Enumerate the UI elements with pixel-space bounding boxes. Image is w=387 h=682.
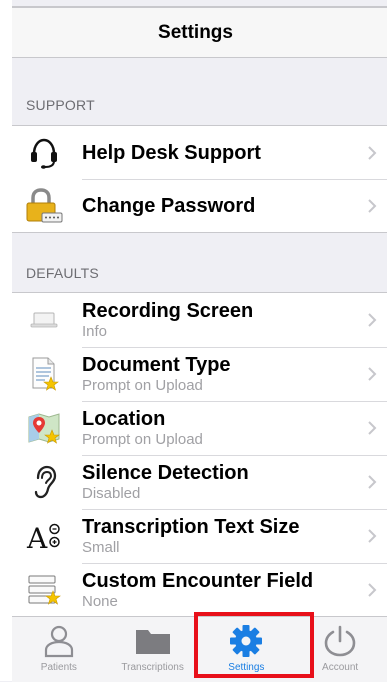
- text-size-icon: A: [22, 514, 66, 558]
- tab-account[interactable]: Account: [293, 617, 387, 682]
- row-subtitle: Prompt on Upload: [82, 376, 203, 394]
- row-title: Change Password: [82, 194, 256, 217]
- form-fields-star-icon: [22, 568, 66, 612]
- transcription-text-size-row[interactable]: A Transcription Text Size Small: [12, 509, 387, 563]
- gear-icon: [229, 623, 263, 659]
- chevron-right-icon: [361, 312, 383, 328]
- tab-patients[interactable]: Patients: [12, 617, 106, 682]
- row-title: Custom Encounter Field: [82, 569, 314, 592]
- recording-screen-row[interactable]: Recording Screen Info: [12, 293, 387, 347]
- left-edge: [0, 0, 12, 681]
- chevron-right-icon: [361, 582, 383, 598]
- lock-icon: [22, 184, 66, 228]
- tab-bar: Patients Transcriptions Settings Account: [12, 616, 387, 682]
- help-desk-support-row[interactable]: Help Desk Support: [12, 126, 387, 179]
- section-header-support: SUPPORT: [26, 97, 95, 113]
- device-icon: [22, 298, 66, 342]
- chevron-right-icon: [361, 198, 383, 214]
- map-pin-star-icon: [22, 406, 66, 450]
- chevron-right-icon: [361, 420, 383, 436]
- support-group: Help Desk Support Change Password: [12, 125, 387, 233]
- page-title: Settings: [158, 21, 233, 43]
- location-row[interactable]: Location Prompt on Upload: [12, 401, 387, 455]
- document-type-row[interactable]: Document Type Prompt on Upload: [12, 347, 387, 401]
- tab-label: Transcriptions: [121, 662, 184, 673]
- row-subtitle: Disabled: [82, 484, 141, 502]
- navigation-bar: Settings: [12, 6, 387, 58]
- document-star-icon: [22, 352, 66, 396]
- defaults-group: Recording Screen Info Document Type Prom…: [12, 292, 387, 617]
- chevron-right-icon: [361, 366, 383, 382]
- silence-detection-row[interactable]: Silence Detection Disabled: [12, 455, 387, 509]
- chevron-right-icon: [361, 474, 383, 490]
- person-icon: [44, 623, 74, 659]
- row-title: Help Desk Support: [82, 141, 261, 164]
- svg-text:A: A: [26, 522, 48, 553]
- tab-label: Patients: [40, 662, 77, 673]
- row-title: Recording Screen: [82, 299, 254, 322]
- row-subtitle: Info: [82, 322, 108, 340]
- row-title: Location: [82, 407, 166, 430]
- custom-encounter-field-row[interactable]: Custom Encounter Field None: [12, 563, 387, 617]
- row-subtitle: None: [82, 592, 118, 610]
- row-title: Silence Detection: [82, 461, 249, 484]
- row-title: Transcription Text Size: [82, 515, 300, 538]
- tab-settings[interactable]: Settings: [200, 617, 294, 682]
- tab-label: Settings: [228, 662, 265, 673]
- row-subtitle: Prompt on Upload: [82, 430, 203, 448]
- headset-icon: [22, 131, 66, 175]
- ear-icon: [22, 460, 66, 504]
- chevron-right-icon: [361, 145, 383, 161]
- chevron-right-icon: [361, 528, 383, 544]
- change-password-row[interactable]: Change Password: [12, 179, 387, 232]
- folder-icon: [134, 623, 172, 659]
- power-icon: [323, 623, 357, 659]
- section-header-defaults: DEFAULTS: [26, 265, 99, 281]
- row-title: Document Type: [82, 353, 231, 376]
- tab-label: Account: [322, 662, 359, 673]
- tab-transcriptions[interactable]: Transcriptions: [106, 617, 200, 682]
- row-subtitle: Small: [82, 538, 120, 556]
